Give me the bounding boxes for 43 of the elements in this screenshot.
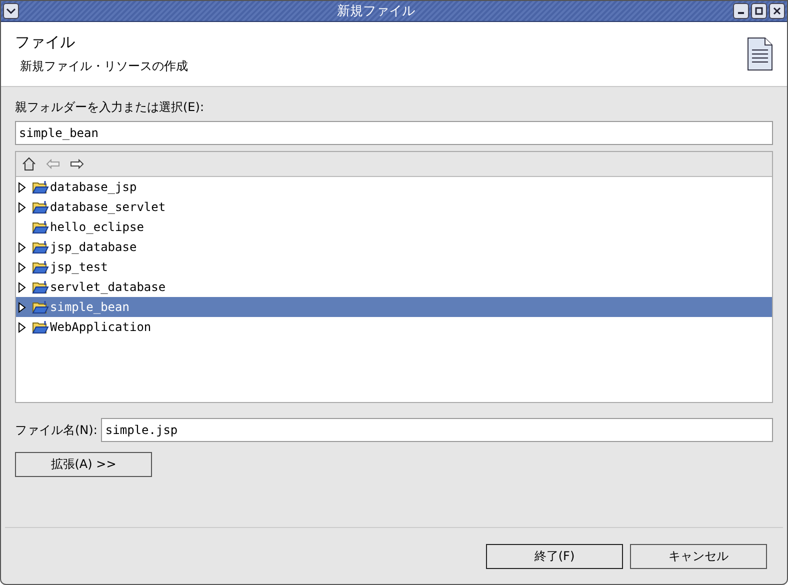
forward-arrow-icon[interactable] xyxy=(70,159,84,169)
expand-triangle-icon[interactable] xyxy=(18,302,26,312)
tree-item[interactable]: hello_eclipse xyxy=(16,217,772,237)
folder-icon xyxy=(32,320,49,334)
folder-icon xyxy=(32,280,49,294)
tree-item[interactable]: simple_bean xyxy=(16,297,772,317)
expand-triangle-icon[interactable] xyxy=(18,182,26,192)
tree-item[interactable]: database_servlet xyxy=(16,197,772,217)
cancel-button[interactable]: キャンセル xyxy=(630,544,767,568)
file-name-field[interactable]: simple.jsp xyxy=(101,418,773,442)
caret-icon xyxy=(6,7,16,15)
window-title: 新規ファイル xyxy=(337,3,415,20)
document-icon xyxy=(747,37,773,71)
folder-icon xyxy=(32,300,49,314)
home-icon[interactable] xyxy=(22,157,36,171)
tree-item[interactable]: jsp_database xyxy=(16,237,772,257)
folder-icon xyxy=(32,200,49,214)
folder-icon xyxy=(32,260,49,274)
expand-triangle-icon[interactable] xyxy=(18,202,26,212)
folder-icon xyxy=(32,180,49,194)
tree-item[interactable]: servlet_database xyxy=(16,277,772,297)
expand-triangle-icon[interactable] xyxy=(18,282,26,292)
window-menu-button[interactable] xyxy=(3,3,19,19)
tree-item[interactable]: database_jsp xyxy=(16,177,772,197)
expand-triangle-icon[interactable] xyxy=(18,322,26,332)
maximize-icon xyxy=(755,7,763,15)
file-name-label: ファイル名(N): xyxy=(15,422,98,438)
parent-folder-field[interactable]: simple_bean xyxy=(15,121,773,145)
expand-triangle-icon[interactable] xyxy=(18,242,26,252)
advanced-button[interactable]: 拡張(A) >> xyxy=(15,452,152,477)
folder-icon xyxy=(32,240,49,254)
maximize-button[interactable] xyxy=(751,3,767,19)
finish-button[interactable]: 終了(F) xyxy=(486,544,623,568)
close-icon xyxy=(773,7,781,15)
tree-item[interactable]: WebApplication xyxy=(16,317,772,337)
parent-folder-label: 親フォルダーを入力または選択(E): xyxy=(15,99,205,116)
close-button[interactable] xyxy=(769,3,785,19)
minimize-button[interactable] xyxy=(733,3,749,19)
tree-item[interactable]: jsp_test xyxy=(16,257,772,277)
page-title: ファイル xyxy=(15,33,76,52)
page-description: 新規ファイル・リソースの作成 xyxy=(19,58,188,75)
folder-icon xyxy=(32,220,49,234)
expand-triangle-icon[interactable] xyxy=(18,262,26,272)
